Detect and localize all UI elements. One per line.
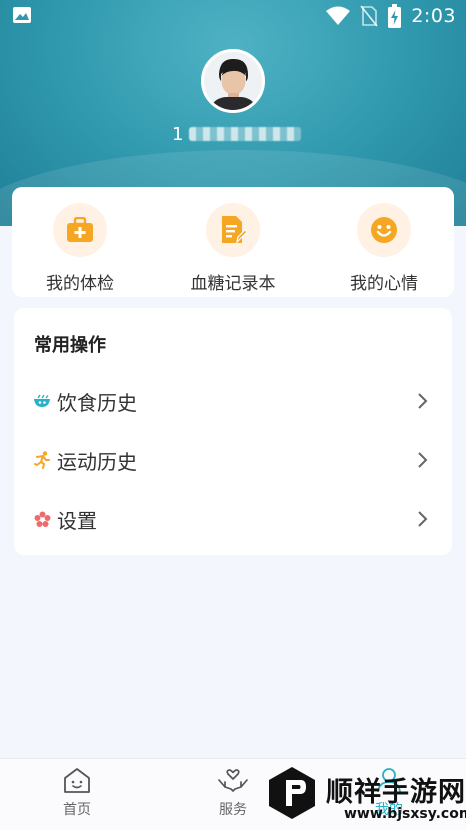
nav-label-service: 服务 — [219, 802, 247, 818]
watermark-title: 顺祥手游网 — [326, 777, 466, 808]
quick-action-glucose[interactable]: 血糖记录本 — [163, 203, 303, 294]
medical-kit-icon — [67, 217, 93, 242]
watermark-url: www.bjsxsy.com — [344, 806, 466, 822]
quick-icon-bg — [357, 203, 411, 257]
watermark-logo-icon — [269, 767, 315, 819]
avatar[interactable] — [201, 49, 265, 113]
quick-icon-bg — [206, 203, 260, 257]
quick-action-exam[interactable]: 我的体检 — [10, 203, 150, 294]
quick-label-exam: 我的体检 — [46, 274, 114, 294]
quick-action-mood[interactable]: 我的心情 — [314, 203, 454, 294]
quick-label-glucose: 血糖记录本 — [190, 274, 276, 294]
battery-charging-icon — [388, 4, 402, 28]
home-icon — [64, 768, 90, 793]
chevron-right-icon — [418, 452, 428, 468]
ops-item-label: 运动历史 — [57, 449, 137, 474]
quick-label-mood: 我的心情 — [350, 274, 418, 294]
user-id-text: 1 — [172, 123, 184, 145]
nav-home[interactable]: 首页 — [37, 767, 117, 819]
ops-item-diet-history[interactable]: 饮食历史 — [14, 379, 452, 423]
flower-gear-icon — [33, 510, 51, 528]
smile-icon — [371, 217, 397, 243]
watermark: 顺祥手游网 www.bjsxsy.com — [268, 764, 466, 830]
common-ops-title: 常用操作 — [34, 335, 106, 356]
nav-service[interactable]: 服务 — [193, 767, 273, 819]
status-time: 2:03 — [411, 5, 456, 27]
user-id: 1 — [172, 122, 302, 146]
no-sim-icon — [360, 5, 378, 27]
avatar-portrait-icon — [204, 52, 262, 110]
running-icon — [33, 451, 51, 469]
bowl-icon — [33, 392, 51, 410]
ops-item-label: 饮食历史 — [57, 390, 137, 415]
care-hands-icon — [218, 769, 248, 792]
nav-label-home: 首页 — [63, 802, 91, 818]
wifi-icon — [326, 6, 351, 25]
chevron-right-icon — [418, 511, 428, 527]
user-id-masked — [189, 127, 302, 141]
image-icon — [13, 7, 31, 23]
quick-icon-bg — [53, 203, 107, 257]
quick-actions-card: 我的体检 血糖记录本 我的心情 — [12, 187, 454, 297]
common-ops-card: 常用操作 饮食历史 运动历史 设置 — [14, 308, 452, 555]
note-edit-icon — [222, 216, 247, 244]
ops-item-label: 设置 — [57, 508, 97, 533]
status-bar: 2:03 — [0, 0, 466, 34]
chevron-right-icon — [418, 393, 428, 409]
ops-item-settings[interactable]: 设置 — [14, 497, 452, 541]
ops-item-exercise-history[interactable]: 运动历史 — [14, 438, 452, 482]
